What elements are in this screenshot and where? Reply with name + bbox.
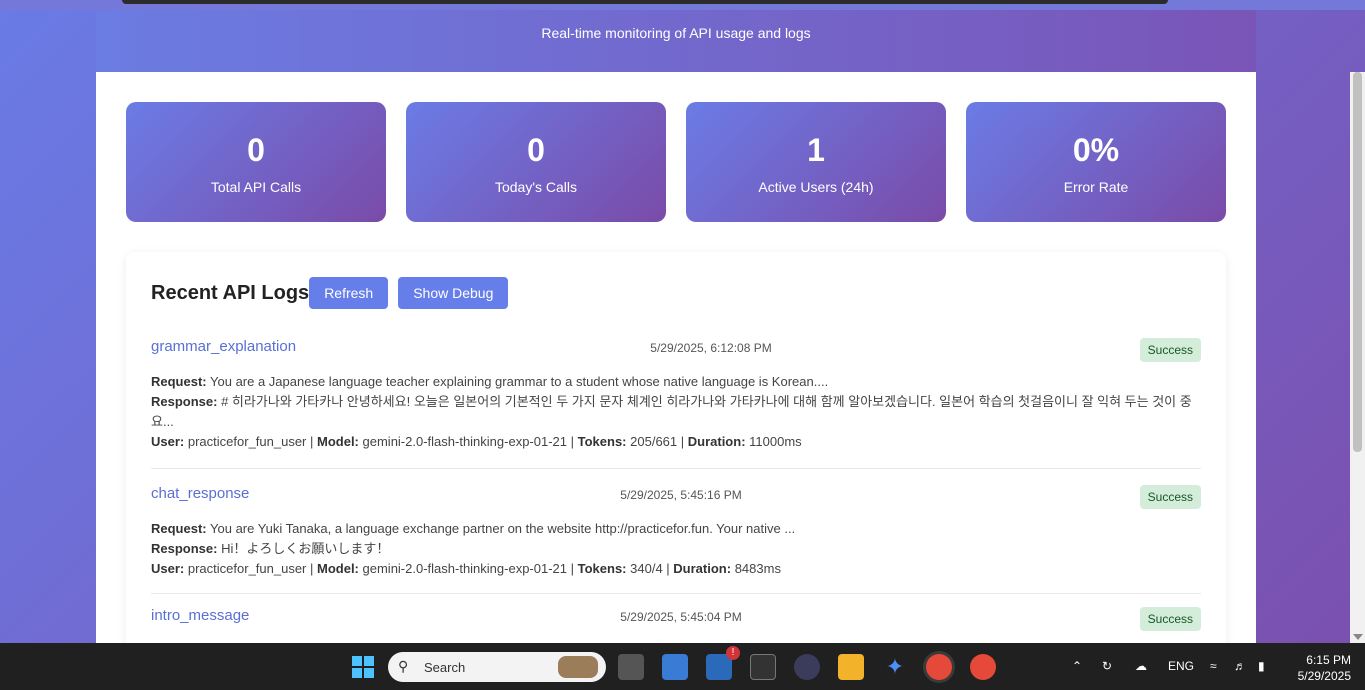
show-debug-button[interactable]: Show Debug bbox=[398, 277, 509, 309]
search-placeholder: Search bbox=[424, 660, 466, 675]
log-meta: User: practicefor_fun_user | Model: gemi… bbox=[151, 561, 781, 576]
stat-label: Active Users (24h) bbox=[758, 179, 874, 195]
log-type: chat_response bbox=[151, 485, 250, 502]
log-type: intro_message bbox=[151, 607, 250, 624]
photos-icon[interactable] bbox=[662, 654, 688, 680]
stat-value: 0% bbox=[1072, 132, 1120, 168]
stats-grid: 0 Total API Calls 0 Today's Calls 1 Acti… bbox=[126, 102, 1226, 222]
dashboard-subtitle: Real-time monitoring of API usage and lo… bbox=[541, 25, 811, 41]
stat-label: Total API Calls bbox=[210, 179, 302, 195]
logs-header: Recent API Logs Refresh Show Debug bbox=[151, 277, 509, 309]
gemini-icon[interactable]: ✦ bbox=[882, 654, 908, 680]
chevron-up-icon[interactable]: ⌃ bbox=[1072, 659, 1082, 673]
log-request: Request: You are a Japanese language tea… bbox=[151, 374, 829, 389]
refresh-button[interactable]: Refresh bbox=[309, 277, 389, 309]
news-icon[interactable]: ! bbox=[706, 646, 740, 680]
stat-value: 0 bbox=[527, 132, 545, 168]
log-meta: User: practicefor_fun_user | Model: gemi… bbox=[151, 434, 802, 449]
recent-logs-panel: Recent API Logs Refresh Show Debug gramm… bbox=[126, 252, 1226, 643]
terminal-icon[interactable] bbox=[750, 654, 776, 680]
stat-value: 0 bbox=[247, 132, 265, 168]
log-response: Response: Hi！よろしくお願いします！ bbox=[151, 541, 390, 556]
chrome-icon[interactable] bbox=[926, 654, 952, 680]
stat-value: 1 bbox=[807, 132, 825, 168]
clock[interactable]: 6:15 PM 5/29/2025 bbox=[1298, 652, 1351, 684]
log-entry: intro_message 5/29/2025, 5:45:04 PM Succ… bbox=[151, 607, 1201, 643]
search-icon: ⚲ bbox=[398, 658, 409, 674]
stat-card-todays-calls: 0 Today's Calls bbox=[406, 102, 666, 222]
scroll-down-arrow[interactable] bbox=[1353, 634, 1363, 640]
volume-icon[interactable]: ♬ bbox=[1234, 659, 1246, 673]
dashboard-header: Real-time monitoring of API usage and lo… bbox=[96, 10, 1256, 72]
task-view-icon[interactable] bbox=[618, 654, 644, 680]
status-badge: Success bbox=[1139, 485, 1201, 509]
log-entry: chat_response 5/29/2025, 5:45:16 PM Succ… bbox=[151, 485, 1201, 594]
file-explorer-icon[interactable] bbox=[838, 654, 864, 680]
stat-label: Today's Calls bbox=[494, 179, 578, 195]
stat-label: Error Rate bbox=[1063, 179, 1129, 195]
start-icon[interactable] bbox=[350, 654, 376, 680]
log-timestamp: 5/29/2025, 6:12:08 PM bbox=[650, 341, 772, 355]
chrome-icon[interactable] bbox=[970, 654, 996, 680]
logs-title: Recent API Logs bbox=[151, 281, 310, 304]
stat-card-error-rate: 0% Error Rate bbox=[966, 102, 1226, 222]
clock-date: 5/29/2025 bbox=[1297, 669, 1351, 683]
scrollbar-thumb[interactable] bbox=[1353, 72, 1362, 452]
windows-taskbar: ⚲ Search ! ✦ ⌃ ↻ ☁ ENG ≈ ♬ ▮ 6:15 PM 5/2… bbox=[0, 643, 1365, 690]
sync-icon[interactable]: ↻ bbox=[1102, 659, 1112, 673]
status-badge: Success bbox=[1139, 607, 1201, 631]
stat-card-active-users: 1 Active Users (24h) bbox=[686, 102, 946, 222]
browser-top-edge bbox=[0, 0, 1365, 10]
notification-badge: ! bbox=[726, 646, 740, 660]
clock-time: 6:15 PM bbox=[1306, 653, 1351, 667]
log-response: Response: # 히라가나와 가타카나 안녕하세요! 오늘은 일본어의 기… bbox=[151, 394, 1192, 429]
log-entry: grammar_explanation 5/29/2025, 6:12:08 P… bbox=[151, 338, 1201, 469]
log-type: grammar_explanation bbox=[151, 338, 297, 355]
log-details: Request: You are a Japanese language tea… bbox=[151, 372, 1201, 452]
taskbar-search[interactable]: ⚲ Search bbox=[388, 652, 606, 682]
battery-icon[interactable]: ▮ bbox=[1258, 659, 1265, 673]
status-badge: Success bbox=[1139, 338, 1201, 362]
cloud-off-icon[interactable]: ☁ bbox=[1135, 659, 1147, 673]
log-timestamp: 5/29/2025, 5:45:16 PM bbox=[620, 488, 742, 502]
browser-tab-strip bbox=[122, 0, 1168, 4]
page-scrollbar[interactable] bbox=[1350, 72, 1365, 643]
log-request: Request: You are Yuki Tanaka, a language… bbox=[151, 521, 796, 536]
stat-card-total-calls: 0 Total API Calls bbox=[126, 102, 386, 222]
language-indicator[interactable]: ENG bbox=[1168, 659, 1194, 673]
search-highlight-image bbox=[558, 656, 598, 678]
wifi-icon[interactable]: ≈ bbox=[1210, 659, 1217, 673]
app-icon[interactable] bbox=[794, 654, 820, 680]
dashboard-content: 0 Total API Calls 0 Today's Calls 1 Acti… bbox=[96, 72, 1256, 643]
log-details: Request: You are Yuki Tanaka, a language… bbox=[151, 519, 1201, 579]
log-timestamp: 5/29/2025, 5:45:04 PM bbox=[620, 610, 742, 624]
